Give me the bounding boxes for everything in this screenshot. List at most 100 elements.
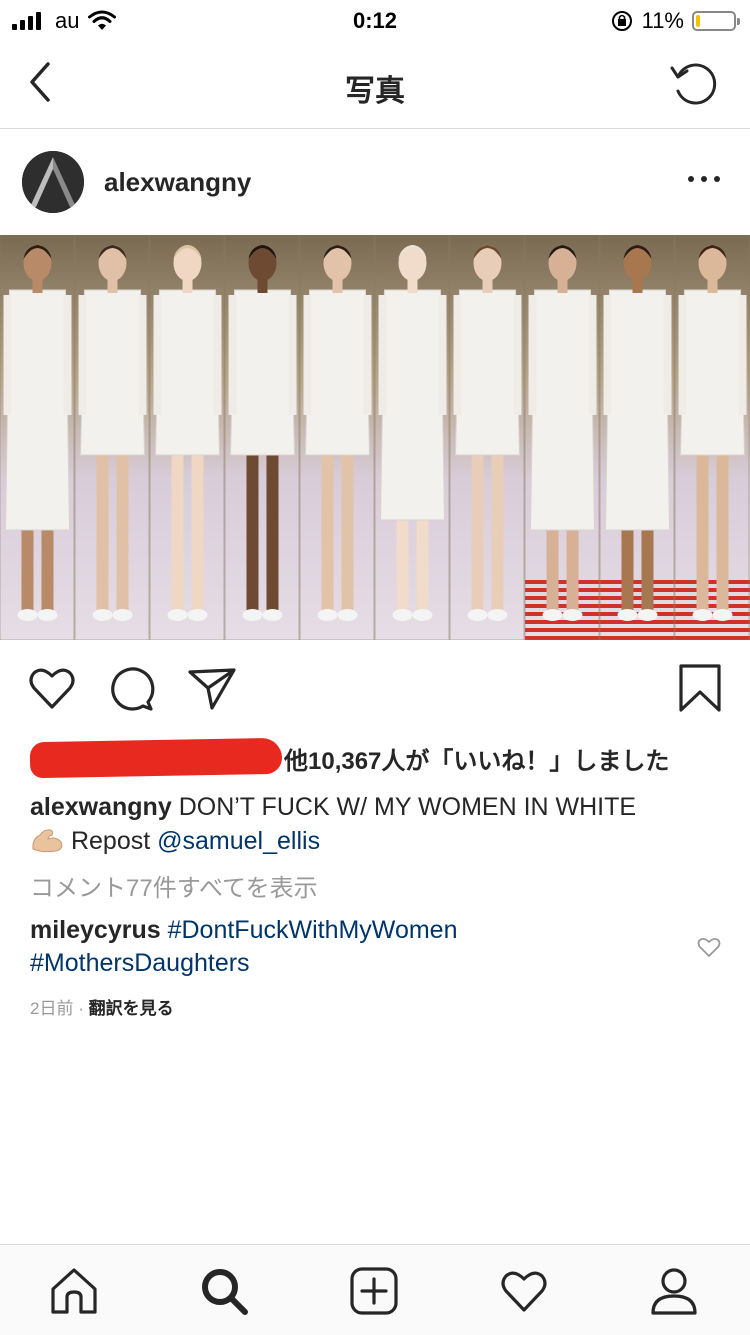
model-leg xyxy=(471,445,484,610)
model-shoe xyxy=(262,609,283,621)
refresh-icon[interactable] xyxy=(668,58,720,110)
status-right: 11% xyxy=(610,8,740,34)
caption-text: DON’T FUCK W/ MY WOMEN IN WHITE xyxy=(178,793,637,821)
activity-heart-icon[interactable] xyxy=(498,1265,550,1317)
model-shoe xyxy=(487,609,508,621)
model-shoe xyxy=(337,609,358,621)
model-arm xyxy=(738,295,747,415)
model-shoe xyxy=(242,609,263,621)
floor-stripe xyxy=(525,620,750,624)
post-username[interactable]: alexwangny xyxy=(104,167,251,198)
post-caption: alexwangny DON’T FUCK W/ MY WOMEN IN WHI… xyxy=(30,790,720,858)
model-outfit xyxy=(4,289,71,531)
model-arm xyxy=(363,295,372,415)
model-outfit xyxy=(304,289,371,456)
floor-stripe xyxy=(525,596,750,600)
model-shoe xyxy=(467,609,488,621)
post-header: alexwangny xyxy=(0,129,750,235)
post-timestamp: 2日前 xyxy=(30,999,74,1018)
repost-label: Repost xyxy=(70,827,151,855)
model-arm xyxy=(303,295,312,415)
model-arm xyxy=(63,295,72,415)
model-shoe xyxy=(317,609,338,621)
model-shoe xyxy=(187,609,208,621)
likes-count: 他10,367人が「いいね！」しました xyxy=(284,747,670,775)
status-bar: au 0:12 11% xyxy=(0,0,750,40)
model-arm xyxy=(228,295,237,415)
model-arm xyxy=(213,295,222,415)
model-leg xyxy=(116,445,129,610)
comment-username[interactable]: mileycyrus xyxy=(30,916,161,944)
orientation-lock-icon xyxy=(611,11,632,31)
model-arm xyxy=(513,295,522,415)
model-outfit xyxy=(529,289,596,531)
post-photo[interactable] xyxy=(0,235,750,640)
floor-stripe xyxy=(525,604,750,608)
model-arm xyxy=(378,295,387,415)
battery-icon xyxy=(692,11,740,31)
bookmark-icon[interactable] xyxy=(674,662,726,714)
heart-icon[interactable] xyxy=(26,662,78,714)
model-arm xyxy=(438,295,447,415)
post-meta: 2日前 · 翻訳を見る xyxy=(30,994,174,1019)
add-post-icon[interactable] xyxy=(348,1265,400,1317)
model-arm xyxy=(603,295,612,415)
flexed-biceps-icon xyxy=(32,829,63,853)
avatar-logo-icon xyxy=(22,151,84,213)
search-icon[interactable] xyxy=(198,1265,250,1317)
battery-level xyxy=(696,15,700,27)
model-outfit xyxy=(379,289,446,521)
floor-stripe xyxy=(525,588,750,592)
view-all-comments-link[interactable]: コメント77件すべてを表示 xyxy=(30,868,318,903)
model-shoe xyxy=(17,609,38,621)
translate-link[interactable]: 翻訳を見る xyxy=(89,999,174,1018)
floor-stripe xyxy=(525,580,750,584)
model-arm xyxy=(453,295,462,415)
model-shoe xyxy=(637,609,658,621)
comment-like-heart-icon[interactable] xyxy=(696,935,722,959)
model-outfit xyxy=(229,289,296,456)
model-leg xyxy=(321,445,334,610)
comment-icon[interactable] xyxy=(106,662,158,714)
model-shoe xyxy=(37,609,58,621)
model-arm xyxy=(153,295,162,415)
profile-icon[interactable] xyxy=(648,1265,700,1317)
caption-username[interactable]: alexwangny xyxy=(30,793,172,821)
model-arm xyxy=(528,295,537,415)
model-leg xyxy=(96,445,109,610)
share-icon[interactable] xyxy=(186,662,238,714)
meta-separator: · xyxy=(73,999,89,1018)
model-shoe xyxy=(712,609,733,621)
nav-bar: 写真 xyxy=(0,40,750,129)
comment-item: mileycyrus #DontFuckWithMyWomen #Mothers… xyxy=(30,914,670,980)
model-leg xyxy=(696,445,709,610)
hashtag-link[interactable]: #MothersDaughters xyxy=(30,949,250,977)
model-leg xyxy=(266,445,279,610)
model-arm xyxy=(588,295,597,415)
model-leg xyxy=(716,445,729,610)
model-arm xyxy=(138,295,147,415)
model-outfit xyxy=(79,289,146,456)
model-shoe xyxy=(412,609,433,621)
hashtag-link[interactable]: #DontFuckWithMyWomen xyxy=(168,916,458,944)
avatar[interactable] xyxy=(22,151,84,213)
likes-line[interactable]: 他10,367人が「いいね！」しました xyxy=(29,737,670,779)
model-leg xyxy=(191,445,204,610)
model-shoe xyxy=(617,609,638,621)
model-arm xyxy=(288,295,297,415)
more-dots-icon[interactable] xyxy=(686,169,722,189)
model-arm xyxy=(663,295,672,415)
model-arm xyxy=(678,295,687,415)
model-shoe xyxy=(92,609,113,621)
model-outfit xyxy=(154,289,221,456)
floor-stripe xyxy=(525,628,750,632)
repost-handle-link[interactable]: @samuel_ellis xyxy=(157,827,320,855)
model-outfit xyxy=(604,289,671,531)
model-arm xyxy=(3,295,12,415)
home-icon[interactable] xyxy=(48,1265,100,1317)
model-outfit xyxy=(679,289,746,456)
model-shoe xyxy=(542,609,563,621)
model-shoe xyxy=(692,609,713,621)
post-actions xyxy=(0,640,750,736)
model-shoe xyxy=(112,609,133,621)
